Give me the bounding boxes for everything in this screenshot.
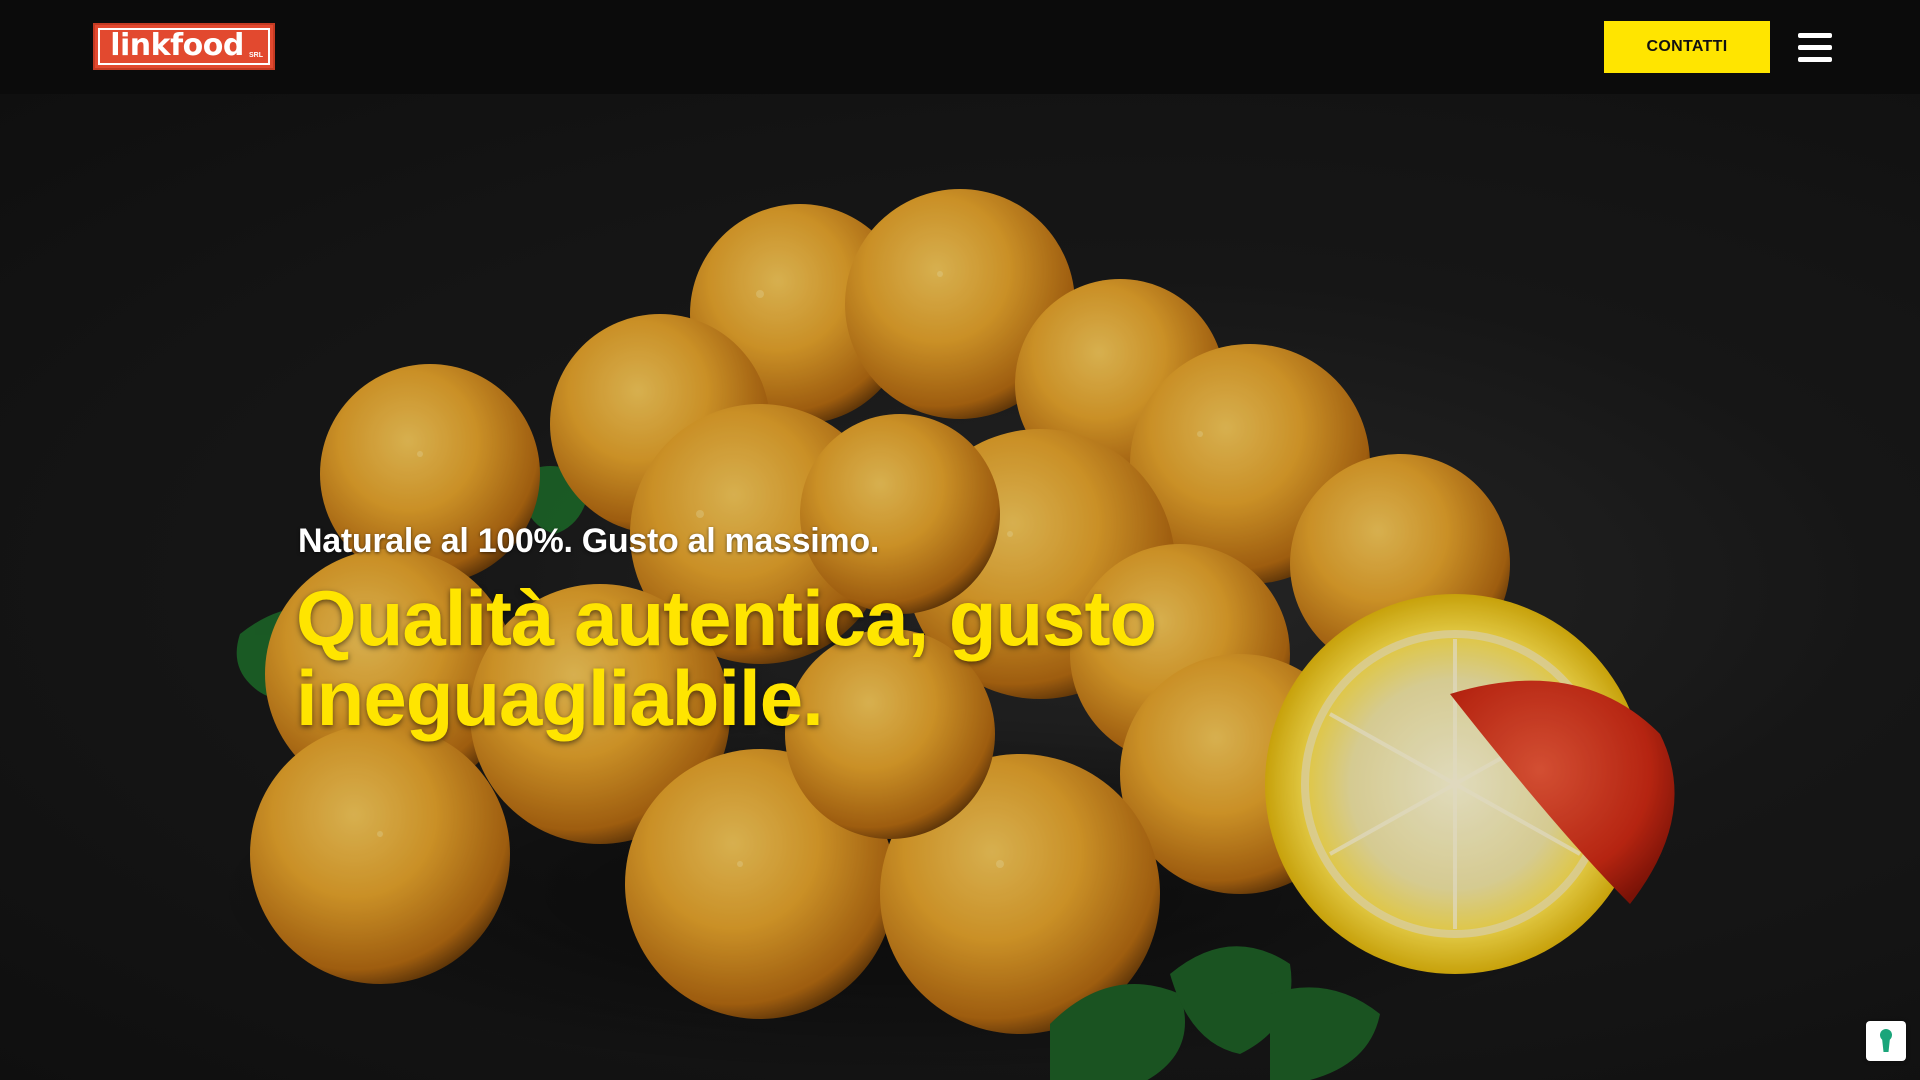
hamburger-menu-icon[interactable] bbox=[1798, 33, 1834, 63]
logo-text: linkfood bbox=[110, 27, 244, 63]
keyhole-glyph bbox=[1880, 1029, 1892, 1052]
logo-suffix: SRL bbox=[249, 52, 263, 59]
hero-subtitle: Naturale al 100%. Gusto al massimo. bbox=[298, 522, 879, 560]
menu-bar-bottom bbox=[1798, 57, 1832, 62]
linkfood-logo[interactable]: linkfood SRL bbox=[93, 23, 275, 70]
menu-bar-middle bbox=[1798, 45, 1832, 50]
keyhole-lock-icon[interactable] bbox=[1866, 1021, 1906, 1061]
site-header: linkfood SRL CONTATTI bbox=[0, 0, 1920, 94]
menu-bar-top bbox=[1798, 33, 1832, 38]
contact-button[interactable]: CONTATTI bbox=[1604, 21, 1770, 73]
hero-section: Naturale al 100%. Gusto al massimo. Qual… bbox=[0, 94, 1920, 1080]
page: linkfood SRL CONTATTI Naturale al 100%. … bbox=[0, 0, 1920, 1080]
hero-title: Qualità autentica, gusto ineguagliabile. bbox=[296, 574, 1157, 742]
